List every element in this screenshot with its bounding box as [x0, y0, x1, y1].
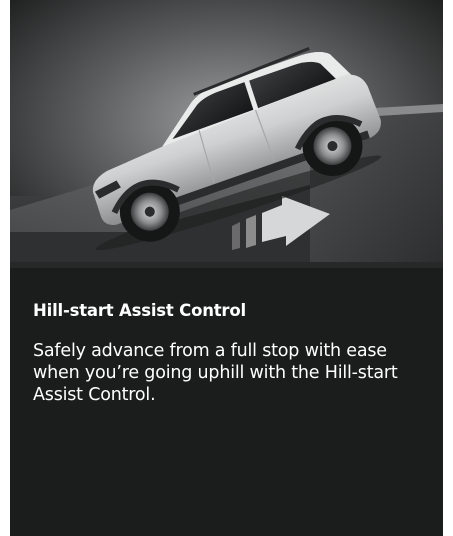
hero-image	[10, 0, 443, 268]
feature-title: Hill-start Assist Control	[33, 301, 246, 320]
feature-description: Safely advance from a full stop with eas…	[33, 341, 398, 405]
hill-start-illustration	[10, 0, 443, 268]
feature-text: Hill-start Assist Control Safely advance…	[33, 300, 428, 406]
feature-card: Hill-start Assist Control Safely advance…	[10, 0, 443, 536]
